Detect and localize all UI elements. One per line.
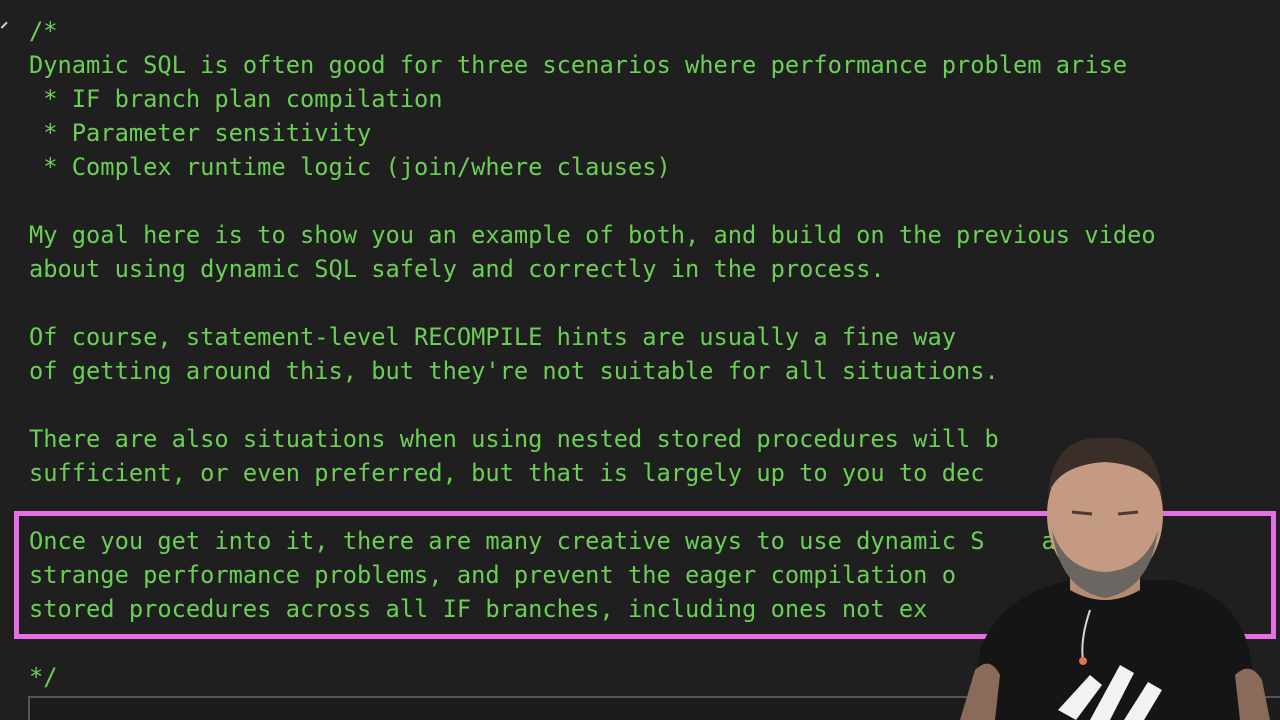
code-line: Dynamic SQL is often good for three scen… bbox=[29, 51, 1128, 79]
code-line: * IF branch plan compilation bbox=[29, 85, 443, 113]
code-line: My goal here is to show you an example o… bbox=[29, 221, 1156, 249]
code-line: * Complex runtime logic (join/where clau… bbox=[29, 153, 671, 181]
mouse-cursor-icon bbox=[0, 21, 14, 35]
code-line: * Parameter sensitivity bbox=[29, 119, 372, 147]
presenter-silhouette-icon bbox=[960, 437, 1270, 720]
code-line: */ bbox=[29, 663, 58, 691]
code-line: Of course, statement-level RECOMPILE hin… bbox=[29, 323, 956, 351]
code-line: of getting around this, but they're not … bbox=[29, 357, 999, 385]
code-line: /* bbox=[29, 17, 58, 45]
presenter-webcam bbox=[940, 420, 1280, 720]
code-line: There are also situations when using nes… bbox=[29, 425, 999, 453]
code-line: sufficient, or even preferred, but that … bbox=[29, 459, 985, 487]
code-line: about using dynamic SQL safely and corre… bbox=[29, 255, 885, 283]
